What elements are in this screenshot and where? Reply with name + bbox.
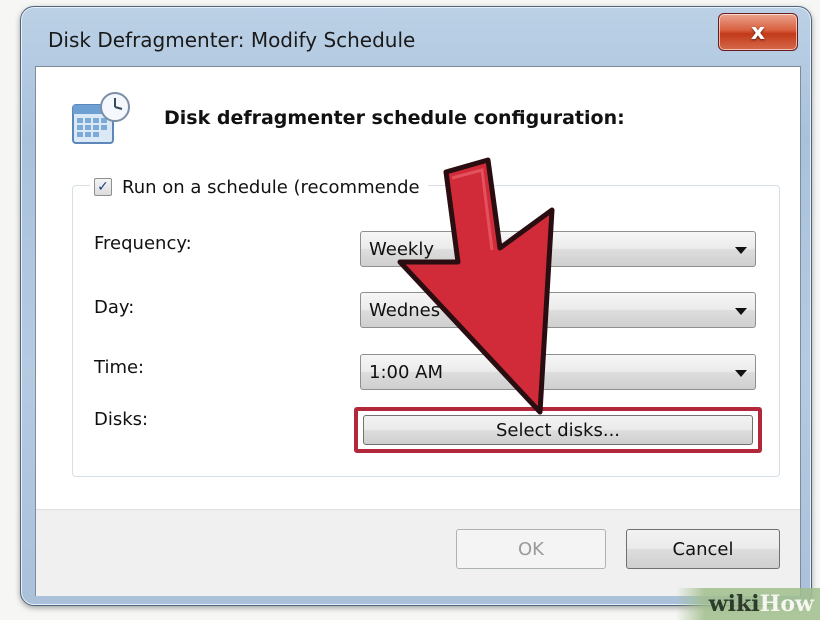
dialog-heading: Disk defragmenter schedule configuration… [164,107,625,129]
calendar-clock-icon [72,92,130,144]
dialog-client-area: Disk defragmenter schedule configuration… [35,66,801,596]
day-label: Day: [94,297,135,318]
day-value: Wednes [369,300,441,321]
select-disks-highlight: Select disks... [354,407,762,453]
disks-label: Disks: [94,409,149,430]
window-title: Disk Defragmenter: Modify Schedule [48,28,416,52]
screenshot-stage: Disk Defragmenter: Modify Schedule x Dis… [0,0,820,620]
close-icon: x [750,19,766,45]
wikihow-watermark: wiki How [676,588,820,620]
frequency-value: Weekly [369,239,434,260]
ok-button[interactable]: OK [456,529,606,569]
time-value: 1:00 AM [369,362,443,383]
run-on-schedule-checkbox[interactable]: ✓ [94,178,112,196]
frequency-label: Frequency: [94,233,192,254]
close-button[interactable]: x [718,13,798,51]
run-on-schedule-checkbox-row[interactable]: ✓ Run on a schedule (recommende [90,175,428,199]
time-dropdown[interactable]: 1:00 AM [360,354,756,390]
chevron-down-icon [735,247,747,254]
chevron-down-icon [735,370,747,377]
time-label: Time: [94,357,145,378]
day-dropdown[interactable]: Wednes [360,292,756,328]
chevron-down-icon [735,308,747,315]
frequency-dropdown[interactable]: Weekly [360,231,756,267]
select-disks-button[interactable]: Select disks... [363,415,753,445]
cancel-button[interactable]: Cancel [626,529,780,569]
run-on-schedule-label: Run on a schedule (recommende [122,176,420,198]
checkmark-icon: ✓ [97,179,109,195]
